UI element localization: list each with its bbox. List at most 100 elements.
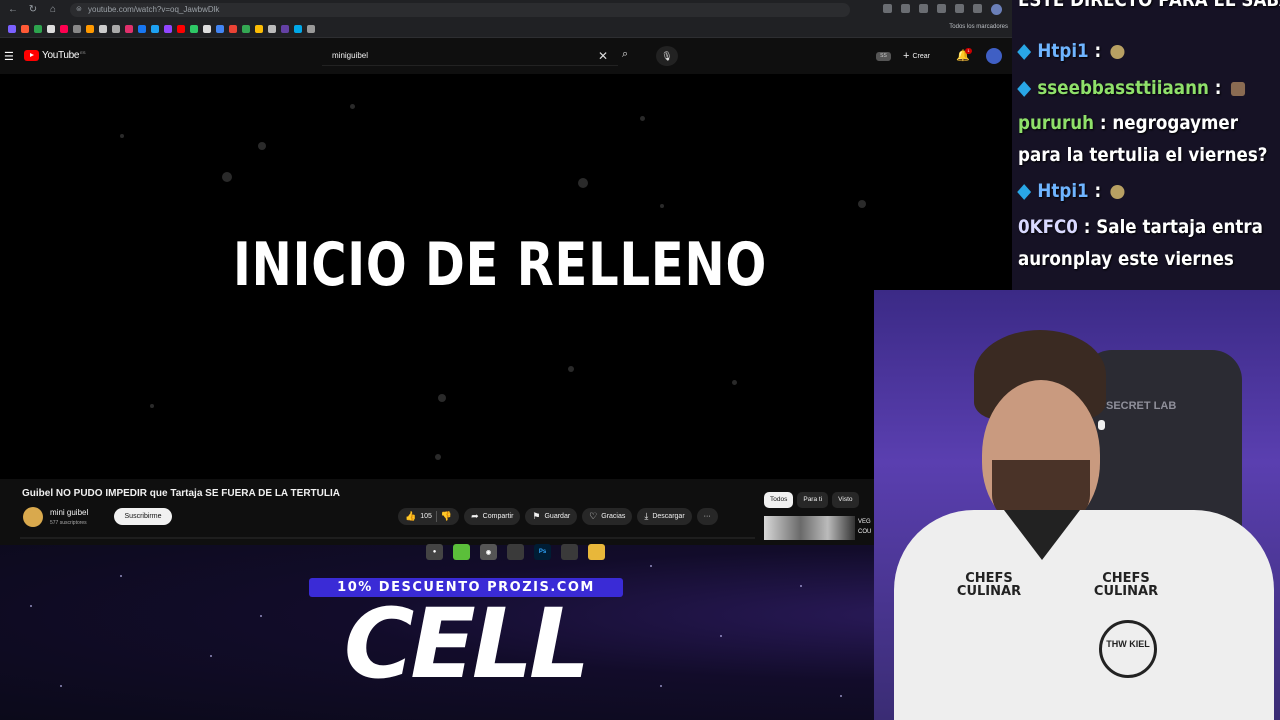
bookmark-icon[interactable] [307,24,315,33]
channel-name[interactable]: mini guibel [50,508,88,517]
download-icon: ⤓ [644,511,649,521]
bookmark-icon[interactable] [268,24,276,33]
youtube-logo[interactable]: YouTube ES [24,50,86,61]
webcam-feed: SECRET LAB CHEFS CULINAR CHEFS CULINAR T… [874,290,1280,720]
bookmark-icon[interactable] [47,24,55,33]
bookmark-icon: ⚑ [532,511,541,521]
video-title: Guibel NO PUDO IMPEDIR que Tartaja SE FU… [22,488,340,499]
chat-message: Htpi1 : [1017,180,1125,202]
chat-badge-icon [1017,183,1032,200]
chat-text-line1: negrogaymer [1112,112,1238,134]
shirt-sponsor-left: CHEFS CULINAR [956,571,1022,599]
shirt-sponsor-right: CHEFS CULINAR [1093,571,1159,599]
taskbar: ● ◉ Ps [426,544,605,560]
address-bar[interactable]: ⊜ youtube.com/watch?v=oq_JawbwDlk [70,3,850,17]
clear-search-icon[interactable]: ✕ [598,49,608,63]
bookmark-icon[interactable] [125,24,133,33]
more-actions-button[interactable]: ··· [696,508,718,525]
extension-icon[interactable] [919,4,928,13]
menu-icon[interactable]: ☰ [4,50,14,63]
bookmark-icon[interactable] [73,24,81,33]
app-icon[interactable] [507,544,524,560]
bookmark-icon[interactable] [112,24,120,33]
search-icon[interactable]: ⌕ [622,48,628,61]
site-info-icon[interactable]: ⊜ [76,3,82,17]
bookmark-icon[interactable] [203,24,211,33]
bookmark-icon[interactable] [60,24,68,33]
home-icon[interactable]: ⌂ [46,3,60,17]
bookmark-icon[interactable] [34,24,42,33]
chip-all[interactable]: Todos [764,492,794,508]
back-icon[interactable]: ← [6,3,20,17]
record-app-icon[interactable]: ● [426,544,443,560]
subscribe-button[interactable]: Suscribirme [114,508,172,525]
extension-badge[interactable]: SS [876,52,891,61]
bookmark-icon[interactable] [294,24,302,33]
bookmark-icon[interactable] [151,24,159,33]
like-dislike-group: 👍 105 👎 [398,508,460,525]
recommended-video-thumbnail[interactable] [764,516,855,540]
channel-avatar[interactable] [23,507,43,527]
youtube-header: ☰ YouTube ES miniguibel ✕ ⌕ 🎙 SS + Crear… [0,38,1012,74]
chrome-app-icon[interactable]: ◉ [480,544,497,560]
chat-badge-icon [1017,43,1032,60]
bookmark-icon[interactable] [242,24,250,33]
bookmark-icon[interactable] [8,24,16,33]
puzzle-icon[interactable] [955,4,964,13]
chat-text-line2: auronplay este viernes [1018,248,1234,270]
bookmark-icon[interactable] [99,24,107,33]
chat-message: pururuh : negrogaymer [1018,112,1238,134]
media-icon[interactable] [973,4,982,13]
bookmark-icon[interactable] [21,24,29,33]
chat-user: sseebbassttiiaann [1037,77,1209,99]
save-button[interactable]: ⚑ Guardar [525,508,578,525]
profile-icon[interactable] [991,4,1002,15]
chip-for-you[interactable]: Para ti [797,492,829,508]
chat-message: Htpi1 : [1017,40,1125,62]
like-count[interactable]: 105 [420,508,432,525]
extension-icon[interactable] [937,4,946,13]
cat-emote-icon [1230,81,1245,96]
plus-icon: + [903,50,910,62]
bookmark-icon[interactable] [164,24,172,33]
shirt-club-badge: THW KIEL [1099,620,1157,678]
bookmark-icon[interactable] [86,24,94,33]
video-overlay-text: INICIO DE RELLENO [232,230,768,300]
share-icon: ➦ [471,511,479,521]
account-avatar[interactable] [986,48,1002,64]
bookmark-icon[interactable] [255,24,263,33]
search-input[interactable]: miniguibel [322,46,618,66]
bookmark-icon[interactable] [177,24,185,33]
download-button[interactable]: ⤓ Descargar [637,508,692,525]
microphone-icon[interactable]: 🎙 [656,46,678,66]
photoshop-icon[interactable]: Ps [534,544,551,560]
cast-icon[interactable] [883,4,892,13]
smile-emote-icon [1110,44,1125,59]
bookmark-icon[interactable] [138,24,146,33]
chip-watched[interactable]: Visto [832,492,859,508]
create-button[interactable]: + Crear [903,50,930,62]
all-bookmarks-folder[interactable]: Todos los marcadores [949,24,1008,30]
share-button[interactable]: ➦ Compartir [464,508,521,525]
chat-user: Htpi1 [1037,40,1089,62]
like-icon[interactable]: 👍 [405,508,416,525]
screen: ← ↻ ⌂ ⊜ youtube.com/watch?v=oq_JawbwDlk [0,0,1280,720]
dislike-icon[interactable]: 👎 [441,508,452,525]
bookmark-icon[interactable] [190,24,198,33]
bookmark-icon[interactable] [281,24,289,33]
country-code: ES [80,50,86,55]
bookmark-icon[interactable] [229,24,237,33]
video-player[interactable]: INICIO DE RELLENO [0,74,1012,479]
chat-message: sseebbassttiiaann : [1017,77,1245,99]
stream-chat: ESTE DIRECTO PARA EL SÁBADO Htpi1 : ssee… [1012,0,1280,290]
reload-icon[interactable]: ↻ [26,3,40,17]
chat-user: 0KFC0 [1018,216,1078,238]
bookmark-icon[interactable] [216,24,224,33]
bookmark-star-icon[interactable] [901,4,910,13]
youtube-play-icon [24,50,39,61]
app-icon[interactable] [561,544,578,560]
chat-user: Htpi1 [1037,180,1089,202]
thanks-button[interactable]: ♡ Gracias [582,508,633,525]
messages-app-icon[interactable] [453,544,470,560]
folder-icon[interactable] [588,544,605,560]
